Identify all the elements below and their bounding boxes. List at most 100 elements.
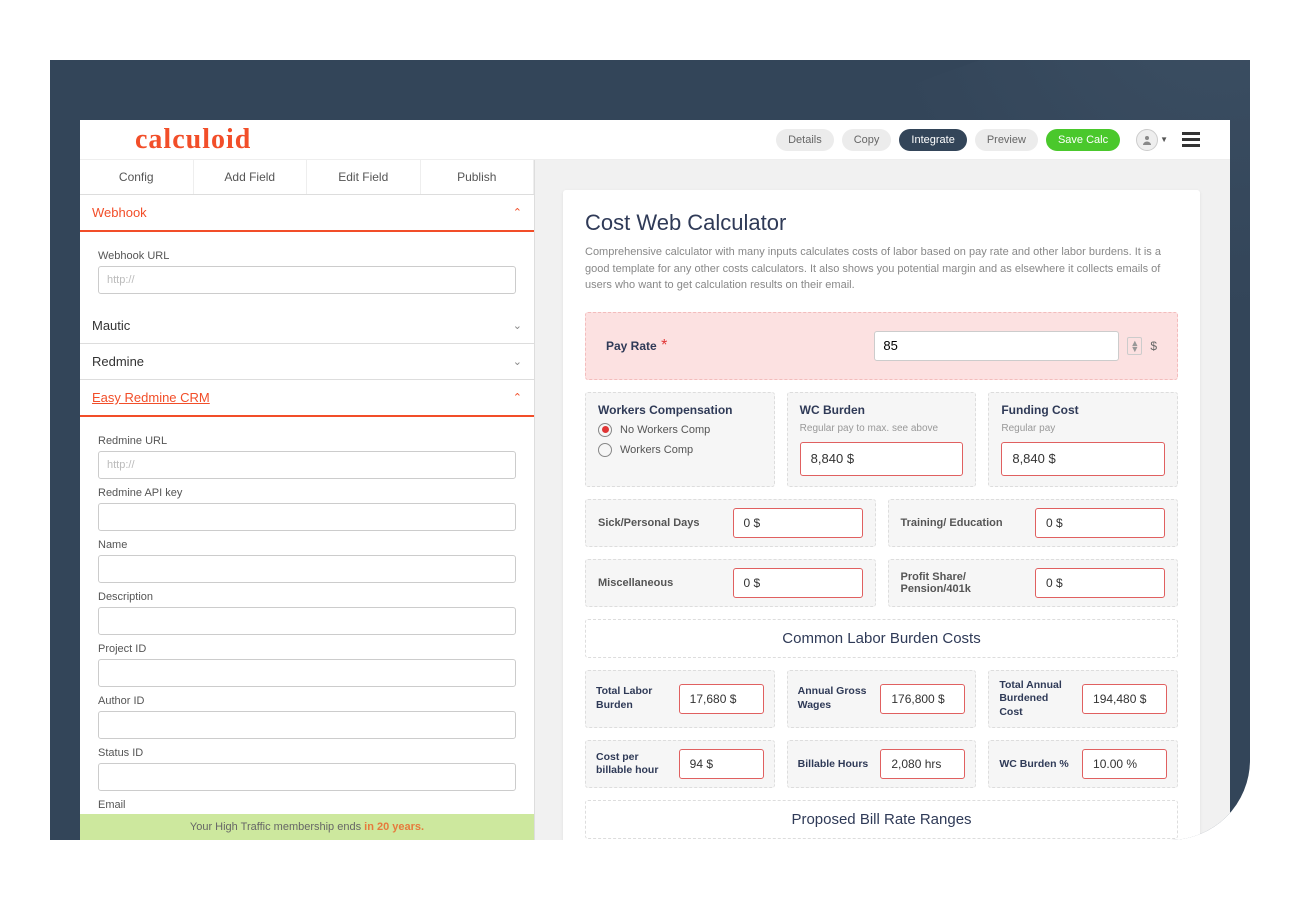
funding-cost-label: Funding Cost: [1001, 403, 1165, 417]
pay-rate-stepper[interactable]: ▲▼: [1127, 337, 1142, 355]
accordion-redmine[interactable]: Redmine ⌄: [80, 344, 534, 380]
workers-comp-label: Workers Compensation: [598, 403, 762, 417]
er-api-label: Redmine API key: [98, 487, 516, 499]
left-sidebar: Config Add Field Edit Field Publish Webh…: [80, 160, 535, 840]
er-author-label: Author ID: [98, 695, 516, 707]
app-window: calculoid Details Copy Integrate Preview…: [80, 120, 1230, 840]
notice-strong: in 20 years.: [364, 821, 424, 833]
details-button[interactable]: Details: [776, 129, 834, 151]
er-url-label: Redmine URL: [98, 435, 516, 447]
hamburger-menu-icon[interactable]: [1182, 132, 1200, 147]
misc-label: Miscellaneous: [598, 577, 721, 589]
webhook-url-label: Webhook URL: [98, 250, 516, 262]
accordion-webhook[interactable]: Webhook ⌃: [80, 195, 534, 232]
total-annual-burdened-cost-label: Total Annual Burdened Cost: [999, 679, 1074, 720]
total-annual-burdened-cost-box: Total Annual Burdened Cost 194,480 $: [988, 670, 1178, 729]
webhook-url-input[interactable]: [98, 266, 516, 294]
annual-gross-wages-box: Annual Gross Wages 176,800 $: [787, 670, 977, 729]
pay-rate-box: Pay Rate * ▲▼ $: [585, 312, 1178, 380]
user-icon[interactable]: [1136, 129, 1158, 151]
radio-workers-comp[interactable]: Workers Comp: [598, 443, 762, 457]
training-value: 0 $: [1035, 508, 1165, 538]
pay-rate-unit: $: [1150, 339, 1157, 353]
radio-icon: [598, 443, 612, 457]
webhook-body: Webhook URL: [80, 232, 534, 308]
radio-no-workers-comp[interactable]: No Workers Comp: [598, 423, 762, 437]
sidebar-scroll[interactable]: Webhook ⌃ Webhook URL Mautic ⌄ Redmine ⌄…: [80, 195, 534, 840]
tab-config[interactable]: Config: [80, 160, 194, 194]
pay-rate-input[interactable]: [874, 331, 1119, 361]
sidebar-tabs: Config Add Field Edit Field Publish: [80, 160, 534, 195]
wc-burden-label: WC Burden: [800, 403, 964, 417]
status-id-input[interactable]: [98, 763, 516, 791]
profit-share-label: Profit Share/ Pension/401k: [901, 571, 1024, 595]
page-description: Comprehensive calculator with many input…: [585, 244, 1178, 294]
er-status-label: Status ID: [98, 747, 516, 759]
workers-comp-box: Workers Compensation No Workers Comp Wor…: [585, 392, 775, 487]
notice-text: Your High Traffic membership ends: [190, 821, 364, 833]
total-labor-burden-label: Total Labor Burden: [596, 685, 671, 712]
wc-burden-value: 8,840 $: [800, 442, 964, 476]
cost-per-billable-hour-box: Cost per billable hour 94 $: [585, 740, 775, 788]
billable-hours-value: 2,080 hrs: [880, 749, 965, 779]
cost-per-billable-hour-label: Cost per billable hour: [596, 751, 671, 778]
preview-button[interactable]: Preview: [975, 129, 1038, 151]
wc-burden-pct-value: 10.00 %: [1082, 749, 1167, 779]
total-labor-burden-box: Total Labor Burden 17,680 $: [585, 670, 775, 729]
tab-add-field[interactable]: Add Field: [194, 160, 308, 194]
sick-days-label: Sick/Personal Days: [598, 517, 721, 529]
pay-rate-label: Pay Rate: [606, 339, 657, 353]
er-desc-label: Description: [98, 591, 516, 603]
project-id-input[interactable]: [98, 659, 516, 687]
top-actions: Details Copy Integrate Preview Save Calc…: [776, 129, 1200, 151]
accordion-mautic-label: Mautic: [92, 318, 130, 333]
cost-per-billable-hour-value: 94 $: [679, 749, 764, 779]
funding-cost-box: Funding Cost Regular pay 8,840 $: [988, 392, 1178, 487]
sick-days-value: 0 $: [733, 508, 863, 538]
sick-days-box: Sick/Personal Days 0 $: [585, 499, 876, 547]
accordion-webhook-label: Webhook: [92, 205, 147, 220]
wc-burden-box: WC Burden Regular pay to max. see above …: [787, 392, 977, 487]
redmine-url-input[interactable]: [98, 451, 516, 479]
section-proposed-bill-rate: Proposed Bill Rate Ranges: [585, 800, 1178, 839]
funding-cost-sub: Regular pay: [1001, 423, 1165, 434]
profit-share-value: 0 $: [1035, 568, 1165, 598]
billable-hours-label: Billable Hours: [798, 758, 873, 772]
membership-notice: Your High Traffic membership ends in 20 …: [80, 814, 534, 840]
er-project-label: Project ID: [98, 643, 516, 655]
tab-publish[interactable]: Publish: [421, 160, 535, 194]
chevron-down-icon: ⌄: [513, 355, 522, 368]
tab-edit-field[interactable]: Edit Field: [307, 160, 421, 194]
wc-burden-pct-box: WC Burden % 10.00 %: [988, 740, 1178, 788]
author-id-input[interactable]: [98, 711, 516, 739]
chevron-up-icon: ⌃: [513, 206, 522, 219]
accordion-easy-redmine[interactable]: Easy Redmine CRM ⌃: [80, 380, 534, 417]
er-name-label: Name: [98, 539, 516, 551]
right-scroll[interactable]: Cost Web Calculator Comprehensive calcul…: [535, 160, 1222, 840]
chevron-up-icon: ⌃: [513, 391, 522, 404]
integrate-button[interactable]: Integrate: [899, 129, 966, 151]
wc-burden-sub: Regular pay to max. see above: [800, 423, 964, 434]
topbar: calculoid Details Copy Integrate Preview…: [80, 120, 1230, 160]
training-label: Training/ Education: [901, 517, 1024, 529]
description-input[interactable]: [98, 607, 516, 635]
profit-share-box: Profit Share/ Pension/401k 0 $: [888, 559, 1179, 607]
billable-hours-box: Billable Hours 2,080 hrs: [787, 740, 977, 788]
annual-gross-wages-value: 176,800 $: [880, 684, 965, 714]
name-input[interactable]: [98, 555, 516, 583]
accordion-easy-redmine-label: Easy Redmine CRM: [92, 390, 210, 405]
easy-redmine-body: Redmine URL Redmine API key Name Descrip…: [80, 417, 534, 840]
accordion-mautic[interactable]: Mautic ⌄: [80, 308, 534, 344]
total-annual-burdened-cost-value: 194,480 $: [1082, 684, 1167, 714]
copy-button[interactable]: Copy: [842, 129, 892, 151]
redmine-api-key-input[interactable]: [98, 503, 516, 531]
misc-value: 0 $: [733, 568, 863, 598]
brand-logo: calculoid: [135, 124, 251, 156]
user-caret-icon[interactable]: ▼: [1160, 135, 1168, 144]
er-email-label: Email: [98, 799, 516, 811]
misc-box: Miscellaneous 0 $: [585, 559, 876, 607]
annual-gross-wages-label: Annual Gross Wages: [798, 685, 873, 712]
save-calc-button[interactable]: Save Calc: [1046, 129, 1120, 151]
wc-burden-pct-label: WC Burden %: [999, 758, 1074, 772]
funding-cost-value: 8,840 $: [1001, 442, 1165, 476]
